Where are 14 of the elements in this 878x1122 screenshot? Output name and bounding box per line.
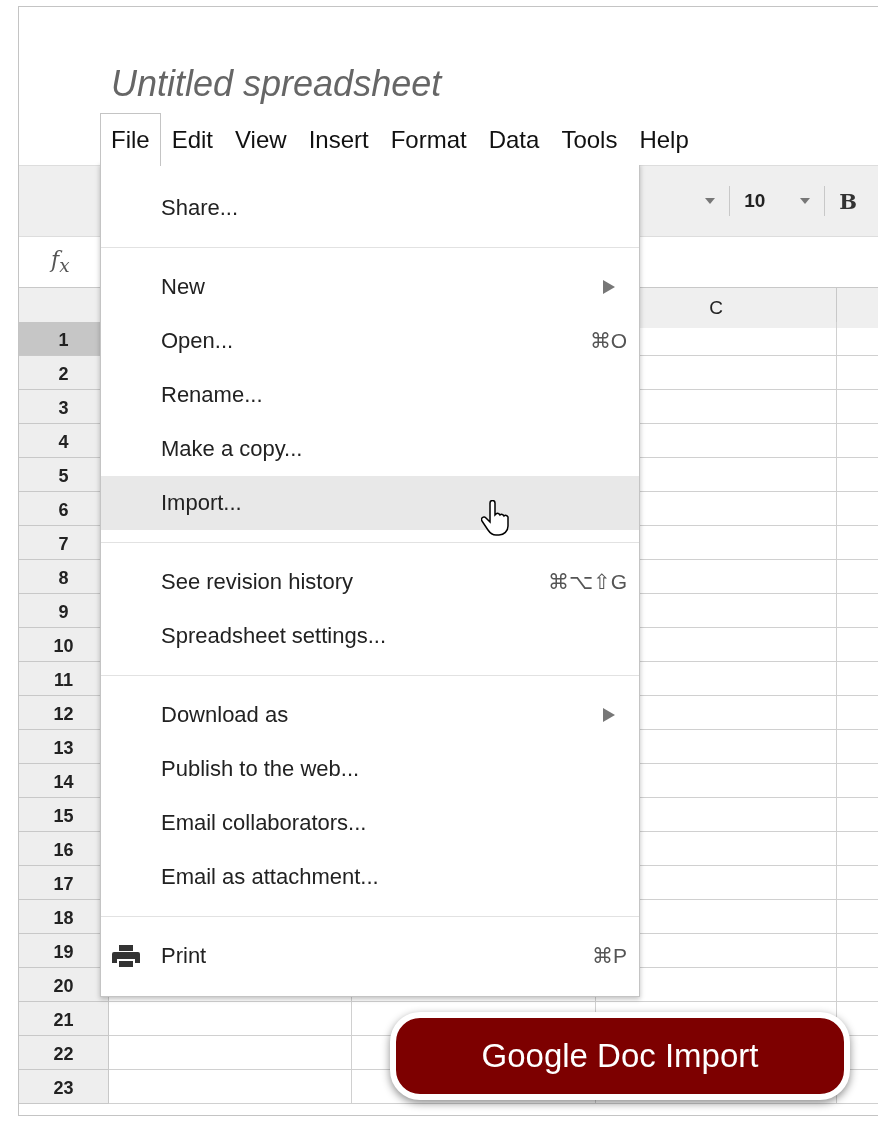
shortcut-label: ⌘O [589,329,627,353]
menu-option[interactable]: Share... [101,181,639,235]
document-title: Untitled spreadsheet [111,62,444,106]
row-header[interactable]: 22 [19,1036,109,1070]
formula-label: f$_{x}$ [51,247,70,277]
row-header[interactable]: 21 [19,1002,109,1036]
bold-button[interactable]: B [839,188,857,214]
menu-item[interactable]: File [100,113,161,166]
row-header[interactable]: 20 [19,968,109,1002]
font-size-dropdown[interactable]: 10 [744,190,801,212]
callout-tooltip: Google Doc Import [390,1012,850,1100]
shortcut-label: ⌘P [592,944,627,968]
shortcut-label: ⌘⌥⇧G [547,570,627,594]
row-header[interactable]: 23 [19,1070,109,1104]
